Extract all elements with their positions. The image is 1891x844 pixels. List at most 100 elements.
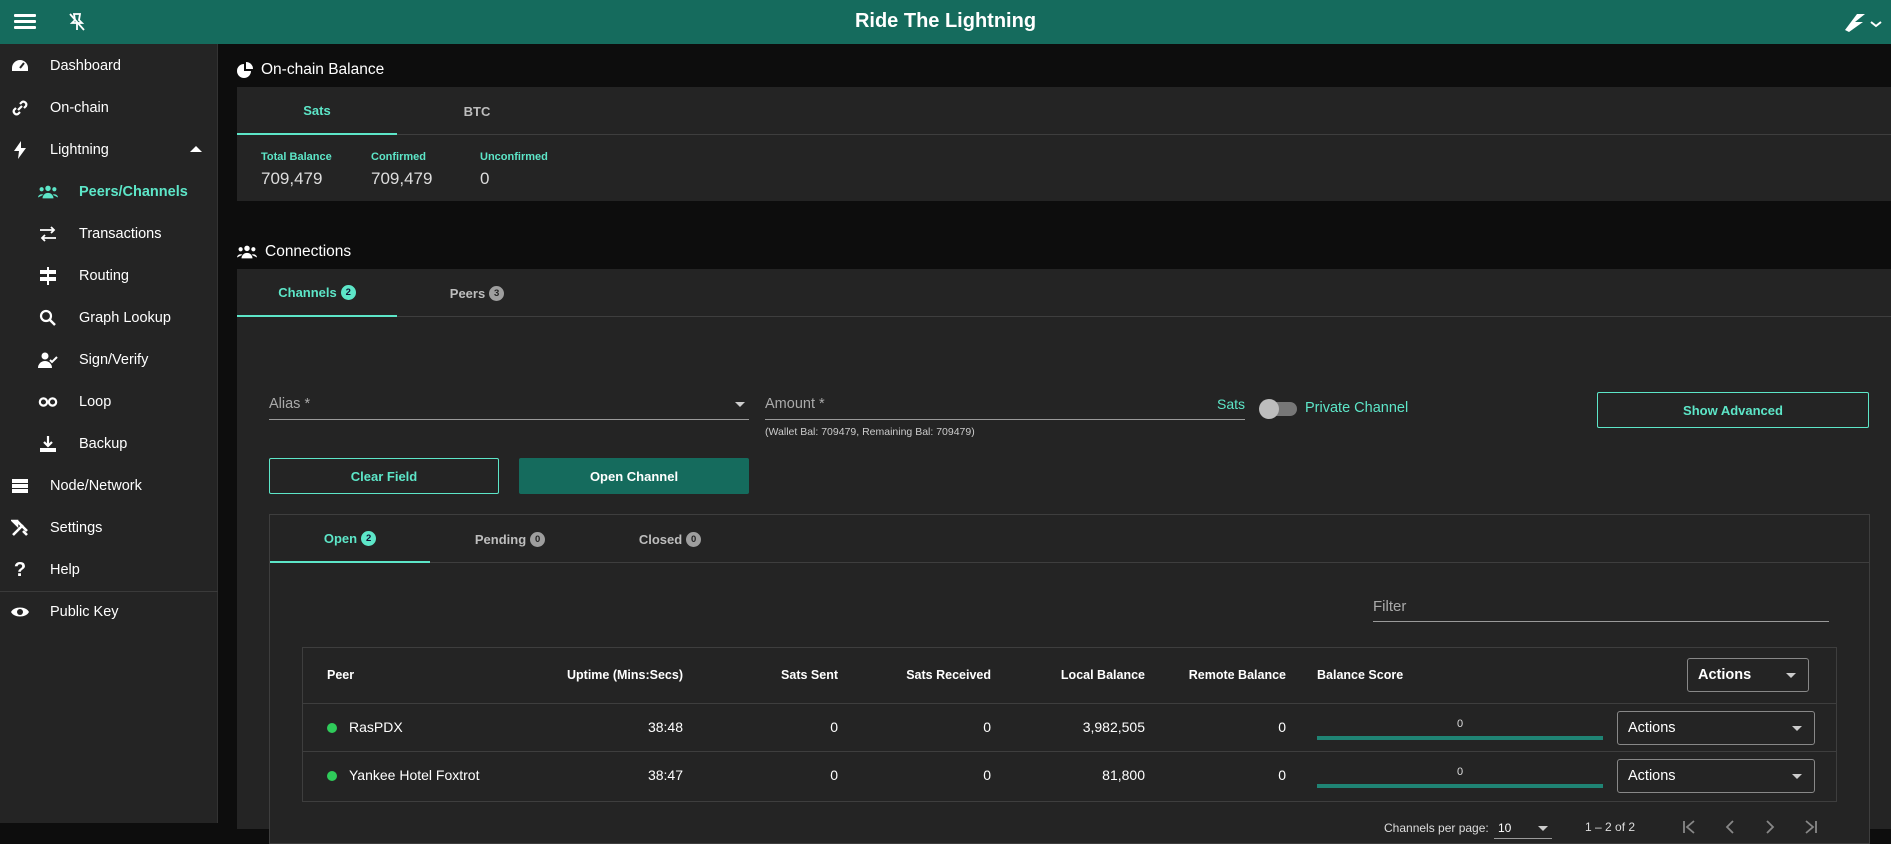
amount-unit: Sats bbox=[1216, 396, 1245, 412]
sidebar-item-label: Settings bbox=[50, 520, 103, 536]
remote-balance: 0 bbox=[1278, 719, 1286, 735]
sidebar-item-loop[interactable]: Loop bbox=[0, 382, 218, 422]
table-row[interactable]: RasPDX 38:48 0 0 3,982,505 0 0 Actions bbox=[303, 704, 1836, 752]
sidebar-item-lightning[interactable]: Lightning bbox=[0, 130, 218, 170]
actions-label: Actions bbox=[1628, 720, 1676, 736]
sidebar-item-backup[interactable]: Backup bbox=[0, 424, 218, 464]
tab-sats[interactable]: Sats bbox=[237, 87, 397, 135]
connections-tabs: Channels 2 Peers 3 bbox=[237, 269, 1891, 317]
row-actions-select[interactable]: Actions bbox=[1617, 711, 1815, 745]
show-advanced-button[interactable]: Show Advanced bbox=[1597, 392, 1869, 428]
header-peer[interactable]: Peer bbox=[327, 668, 354, 682]
download-icon bbox=[38, 434, 58, 454]
first-page-icon[interactable] bbox=[1678, 815, 1702, 839]
confirmed-value: 709,479 bbox=[371, 169, 433, 188]
uptime: 38:48 bbox=[647, 719, 683, 735]
filter-input[interactable]: Filter bbox=[1373, 594, 1829, 622]
header-sats-sent[interactable]: Sats Sent bbox=[733, 668, 838, 682]
chevron-down-icon bbox=[1538, 826, 1548, 831]
tab-label: Pending bbox=[474, 531, 527, 547]
amount-placeholder: Amount * bbox=[765, 396, 825, 412]
eye-icon bbox=[10, 602, 30, 622]
sats-received: 0 bbox=[983, 767, 991, 783]
header-uptime[interactable]: Uptime (Mins:Secs) bbox=[533, 668, 683, 682]
bolt-icon bbox=[10, 140, 30, 160]
count-badge: 2 bbox=[361, 530, 377, 546]
header-remote-balance[interactable]: Remote Balance bbox=[1163, 668, 1286, 682]
previous-page-icon[interactable] bbox=[1718, 815, 1742, 839]
table-row[interactable]: Yankee Hotel Foxtrot 38:47 0 0 81,800 0 … bbox=[303, 752, 1836, 800]
chevron-up-icon bbox=[190, 146, 202, 152]
actions-header-select[interactable]: Actions bbox=[1687, 658, 1809, 692]
tab-closed[interactable]: Closed 0 bbox=[590, 515, 750, 563]
sidebar-item-settings[interactable]: Settings bbox=[0, 508, 218, 548]
channels-panel: Open 2 Pending 0 Closed 0 Filter Peer Up… bbox=[269, 514, 1870, 844]
tab-channels[interactable]: Channels 2 bbox=[237, 269, 397, 317]
sats-sent: 0 bbox=[830, 767, 838, 783]
alias-select[interactable]: Alias * bbox=[269, 390, 749, 420]
total-balance-label: Total Balance bbox=[261, 151, 332, 163]
sidebar-item-node-network[interactable]: Node/Network bbox=[0, 466, 218, 506]
balance-score-value: 0 bbox=[1456, 718, 1464, 730]
tab-btc[interactable]: BTC bbox=[397, 87, 557, 135]
chevron-down-icon bbox=[1786, 673, 1796, 678]
open-channel-button[interactable]: Open Channel bbox=[519, 458, 749, 494]
sidebar-item-transactions[interactable]: Transactions bbox=[0, 214, 218, 254]
tools-icon bbox=[10, 518, 30, 538]
onchain-balance-card: Sats BTC Total Balance 709,479 Confirmed… bbox=[237, 87, 1891, 201]
connections-card: Channels 2 Peers 3 Alias * Amount * Sats… bbox=[237, 269, 1891, 844]
onchain-balance-heading: On-chain Balance bbox=[237, 61, 384, 79]
rtl-logo-icon[interactable] bbox=[1841, 10, 1885, 39]
last-page-icon[interactable] bbox=[1798, 815, 1822, 839]
balance-score-bar: 0 bbox=[1317, 718, 1603, 740]
pie-chart-icon bbox=[237, 62, 253, 78]
chevron-down-icon bbox=[1792, 726, 1802, 731]
sidebar-item-dashboard[interactable]: Dashboard bbox=[0, 46, 218, 86]
app-title: Ride The Lightning bbox=[854, 10, 1037, 32]
confirmed-label: Confirmed bbox=[371, 151, 426, 163]
per-page-select[interactable]: 10 bbox=[1494, 815, 1552, 839]
sidebar-item-onchain[interactable]: On-chain bbox=[0, 88, 218, 128]
sidebar-item-routing[interactable]: Routing bbox=[0, 256, 218, 296]
clear-field-button[interactable]: Clear Field bbox=[269, 458, 499, 494]
amount-field[interactable]: Amount * Sats bbox=[765, 390, 1245, 420]
alias-placeholder: Alias * bbox=[269, 396, 311, 412]
actions-label: Actions bbox=[1698, 667, 1752, 683]
private-channel-toggle[interactable] bbox=[1259, 399, 1297, 419]
actions-label: Actions bbox=[1628, 768, 1676, 784]
per-page-value: 10 bbox=[1498, 821, 1512, 835]
count-badge: 0 bbox=[686, 531, 702, 547]
tab-open[interactable]: Open 2 bbox=[270, 515, 430, 563]
tab-label: Open bbox=[323, 530, 358, 546]
connections-heading: Connections bbox=[237, 243, 351, 261]
channel-status-tabs: Open 2 Pending 0 Closed 0 bbox=[270, 515, 1869, 563]
users-icon bbox=[38, 182, 58, 202]
row-actions-select[interactable]: Actions bbox=[1617, 759, 1815, 793]
sidebar-item-peers-channels[interactable]: Peers/Channels bbox=[0, 172, 218, 212]
sidebar-item-graph-lookup[interactable]: Graph Lookup bbox=[0, 298, 218, 338]
sidebar-item-sign-verify[interactable]: Sign/Verify bbox=[0, 340, 218, 380]
sidebar-item-help[interactable]: ? Help bbox=[0, 550, 218, 590]
header-local-balance[interactable]: Local Balance bbox=[1023, 668, 1145, 682]
table-header-row: Peer Uptime (Mins:Secs) Sats Sent Sats R… bbox=[303, 648, 1836, 704]
tab-pending[interactable]: Pending 0 bbox=[430, 515, 590, 563]
tab-label: Closed bbox=[638, 531, 683, 547]
tab-label: Peers bbox=[449, 285, 486, 301]
sidebar-item-label: Routing bbox=[79, 268, 129, 284]
sidebar-item-label: Transactions bbox=[79, 226, 162, 242]
tab-peers[interactable]: Peers 3 bbox=[397, 269, 557, 317]
channels-table: Peer Uptime (Mins:Secs) Sats Sent Sats R… bbox=[302, 647, 1837, 802]
balance-score-value: 0 bbox=[1456, 766, 1464, 778]
count-badge: 3 bbox=[489, 285, 505, 301]
users-icon bbox=[237, 245, 257, 259]
header-sats-received[interactable]: Sats Received bbox=[863, 668, 991, 682]
peer-alias: RasPDX bbox=[349, 719, 403, 735]
chevron-down-icon bbox=[1792, 774, 1802, 779]
user-check-icon bbox=[38, 350, 58, 370]
header-balance-score[interactable]: Balance Score bbox=[1317, 668, 1403, 682]
sidebar-item-public-key[interactable]: Public Key bbox=[0, 592, 218, 632]
sats-sent: 0 bbox=[830, 719, 838, 735]
next-page-icon[interactable] bbox=[1758, 815, 1782, 839]
private-channel-label: Private Channel bbox=[1305, 400, 1409, 416]
main-content: On-chain Balance Sats BTC Total Balance … bbox=[237, 44, 1891, 844]
